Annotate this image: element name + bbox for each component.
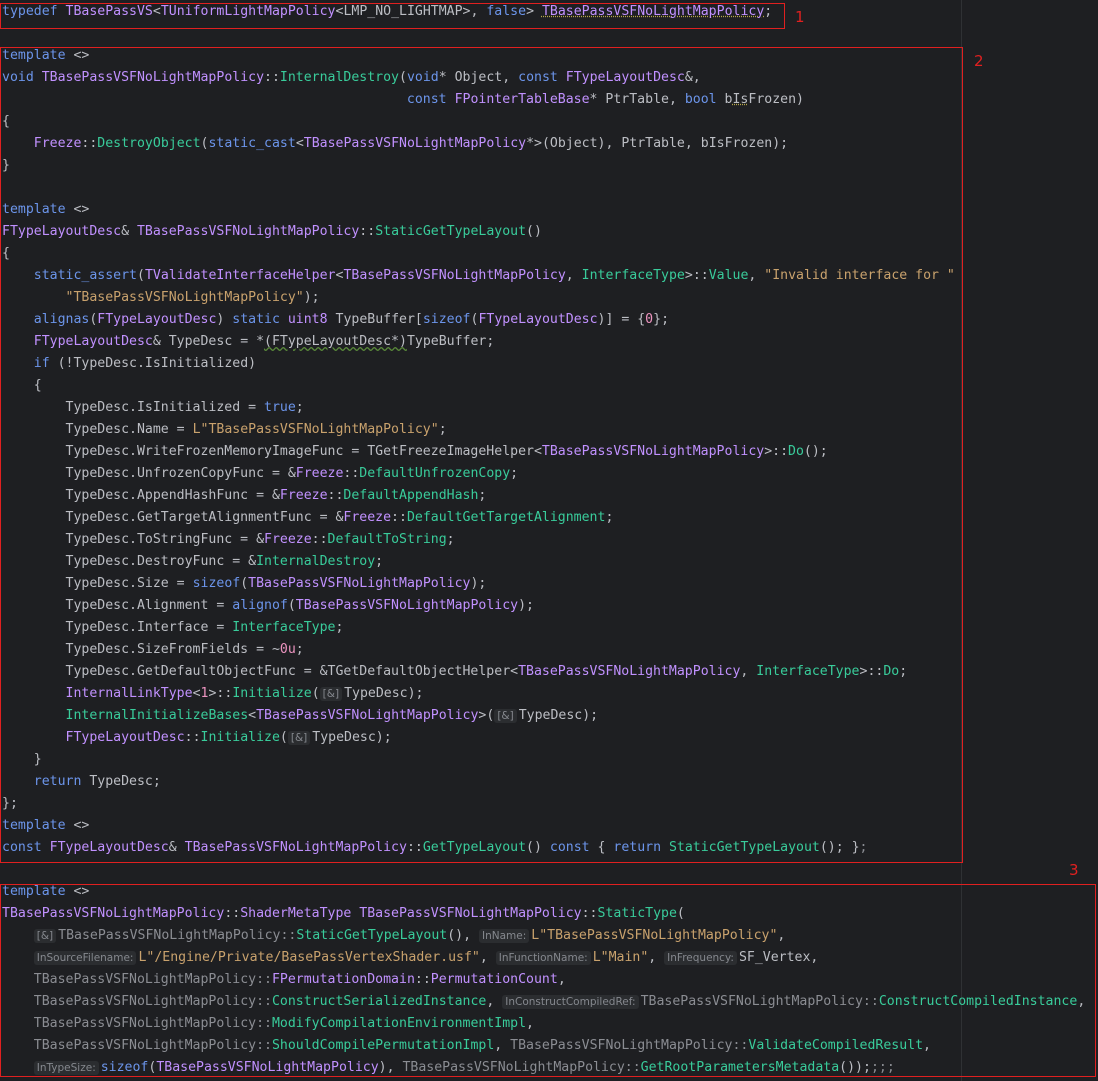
annotation-box-2: [0, 47, 963, 863]
annotation-label-2: 2: [974, 52, 984, 70]
annotation-box-3: [0, 884, 1096, 1077]
annotation-label-3: 3: [1069, 861, 1079, 879]
annotation-label-1: 1: [795, 8, 805, 26]
annotation-box-1: [0, 3, 785, 29]
